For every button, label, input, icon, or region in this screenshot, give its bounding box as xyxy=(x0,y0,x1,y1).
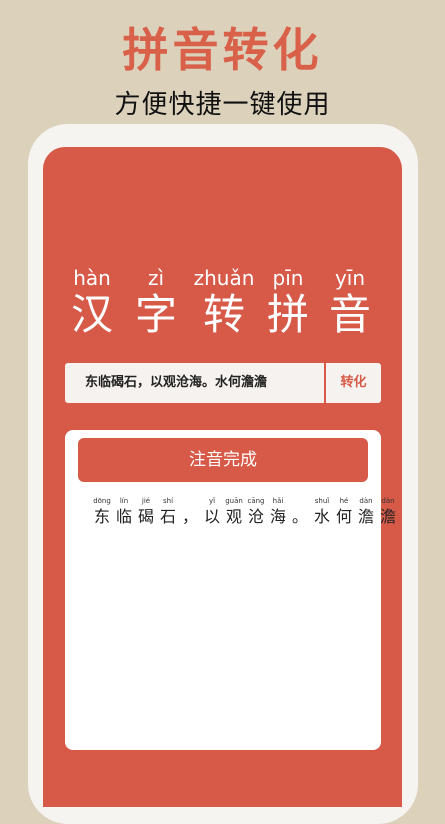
char-pinyin: shuǐ xyxy=(314,497,330,505)
char-hanzi: 东 xyxy=(93,507,110,526)
hero-pinyin-banner: hàn 汉 zì 字 zhuǎn 转 pīn 拼 yīn 音 xyxy=(43,267,402,347)
hero-pinyin: hàn xyxy=(73,266,111,290)
text-input-row: 东临碣石，以观沧海。水何澹澹 转化 xyxy=(65,363,381,403)
hero-hanzi: 拼 xyxy=(266,290,309,339)
char-pinyin: hǎi xyxy=(272,497,284,505)
char-hanzi: ， xyxy=(181,507,198,526)
annotated-char: lín 临 xyxy=(113,496,135,528)
char-hanzi: 观 xyxy=(225,507,242,526)
hero-char: pīn 拼 xyxy=(253,267,323,341)
annotated-char: shuǐ 水 xyxy=(311,496,333,528)
annotated-char: dàn 澹 xyxy=(355,496,377,528)
hero-char: zì 字 xyxy=(121,267,191,341)
annotated-char: hé 何 xyxy=(333,496,355,528)
convert-button[interactable]: 转化 xyxy=(326,363,381,403)
app-screen: hàn 汉 zì 字 zhuǎn 转 pīn 拼 yīn 音 东临碣石，以观沧海… xyxy=(43,147,402,807)
annotated-char: yǐ 以 xyxy=(201,496,223,528)
char-pinyin: dàn xyxy=(359,497,373,505)
char-hanzi: 沧 xyxy=(247,507,264,526)
char-pinyin xyxy=(289,496,311,506)
char-hanzi: 。 xyxy=(291,507,308,526)
hero-char: zhuǎn 转 xyxy=(189,267,259,341)
annotated-char: 。 xyxy=(289,496,311,528)
hero-hanzi: 音 xyxy=(328,290,371,339)
char-hanzi: 水 xyxy=(313,507,330,526)
char-pinyin: guān xyxy=(225,497,243,505)
annotated-char: dàn 澹 xyxy=(377,496,399,528)
promo-title: 拼音转化 xyxy=(122,23,323,77)
result-card: 注音完成 dōng 东 lín 临 jié 碣 shí 石 ， yǐ 以 guān 观 cāng 沧 hǎi 海… xyxy=(65,430,396,750)
char-hanzi: 澹 xyxy=(379,507,396,526)
char-pinyin: lín xyxy=(119,497,129,505)
char-pinyin: dōng xyxy=(93,497,111,505)
char-pinyin xyxy=(179,496,201,506)
char-pinyin: yǐ xyxy=(208,497,216,505)
char-hanzi: 石 xyxy=(159,507,176,526)
char-pinyin: shí xyxy=(162,497,174,505)
char-pinyin: jié xyxy=(141,497,151,505)
annotated-char: ， xyxy=(179,496,201,528)
char-hanzi: 临 xyxy=(115,507,132,526)
promo-subtitle: 方便快捷一键使用 xyxy=(114,90,331,120)
hero-pinyin: pīn xyxy=(272,266,304,290)
char-hanzi: 澹 xyxy=(357,507,374,526)
char-pinyin: dàn xyxy=(381,497,395,505)
hero-hanzi: 汉 xyxy=(70,290,113,339)
hero-hanzi: 转 xyxy=(202,290,245,339)
hero-pinyin: zì xyxy=(147,266,165,290)
hero-char: hàn 汉 xyxy=(57,267,127,341)
status-banner: 注音完成 xyxy=(78,438,368,482)
char-hanzi: 何 xyxy=(335,507,352,526)
hero-pinyin: yīn xyxy=(334,266,366,290)
text-input[interactable]: 东临碣石，以观沧海。水何澹澹 xyxy=(65,363,326,403)
hero-char: yīn 音 xyxy=(315,267,385,341)
char-pinyin: cāng xyxy=(247,497,265,505)
hero-pinyin: zhuǎn xyxy=(193,266,255,290)
char-hanzi: 海 xyxy=(269,507,286,526)
char-hanzi: 以 xyxy=(203,507,220,526)
hero-hanzi: 字 xyxy=(134,290,177,339)
char-hanzi: 碣 xyxy=(137,507,154,526)
annotated-text: dōng 东 lín 临 jié 碣 shí 石， yǐ 以 guān 观 cāng 沧 hǎi 海。 shuǐ… xyxy=(91,496,399,528)
annotated-char: hǎi 海 xyxy=(267,496,289,528)
annotated-char: shí 石 xyxy=(157,496,179,528)
annotated-char: guān 观 xyxy=(223,496,245,528)
char-pinyin: hé xyxy=(339,497,349,505)
annotated-char: jié 碣 xyxy=(135,496,157,528)
annotated-char: cāng 沧 xyxy=(245,496,267,528)
annotated-char: dōng 东 xyxy=(91,496,113,528)
